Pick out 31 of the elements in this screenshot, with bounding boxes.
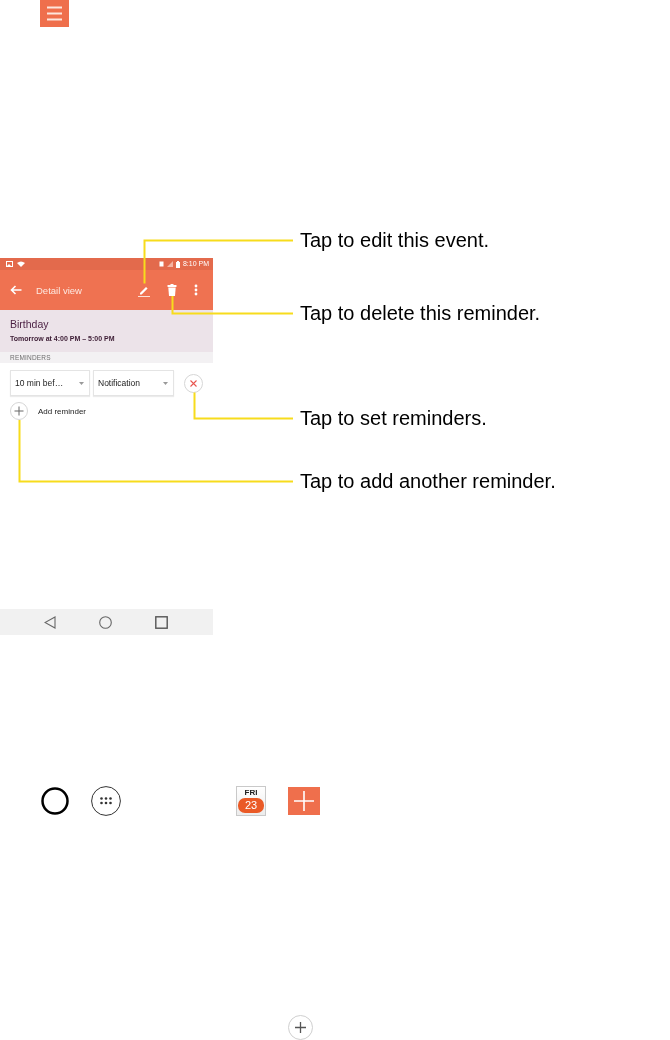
close-circle-icon[interactable] [184,373,203,393]
screen-title: Detail view [36,284,83,296]
home-icon[interactable] [99,615,112,629]
date-label: 23 [238,798,264,813]
back-arrow-icon[interactable] [10,285,22,295]
image-icon [6,261,13,267]
weekday-label: FRI [244,788,258,797]
recents-icon[interactable] [155,615,168,629]
plus-circle-icon [288,1015,313,1040]
plus-icon [288,787,320,815]
callout-text: Tap to add another reminder. [300,470,556,492]
plus-circle-icon[interactable] [10,402,28,420]
trash-icon[interactable] [167,284,177,296]
reminder-type-dropdown[interactable]: Notification [93,370,174,396]
back-icon[interactable] [44,615,56,629]
circle-outline-icon [41,787,69,815]
overflow-menu-icon[interactable] [194,284,198,296]
callout-text: Tap to edit this event. [300,229,490,251]
notification-icon [158,261,164,267]
battery-icon [175,260,180,268]
caret-icon [79,381,84,385]
callout-text: Tap to delete this reminder. [300,302,542,324]
signal-icon [166,261,173,267]
add-reminder-label[interactable]: Add reminder [38,406,87,416]
event-title: Birthday [10,318,50,331]
dot-grid-icon [91,786,121,816]
caret-icon [163,381,168,385]
menu-icon [40,0,69,27]
callout-text: Tap to set reminders. [300,407,488,429]
wifi-icon [17,261,25,267]
reminder-time-dropdown[interactable]: 10 min bef… [10,370,90,396]
